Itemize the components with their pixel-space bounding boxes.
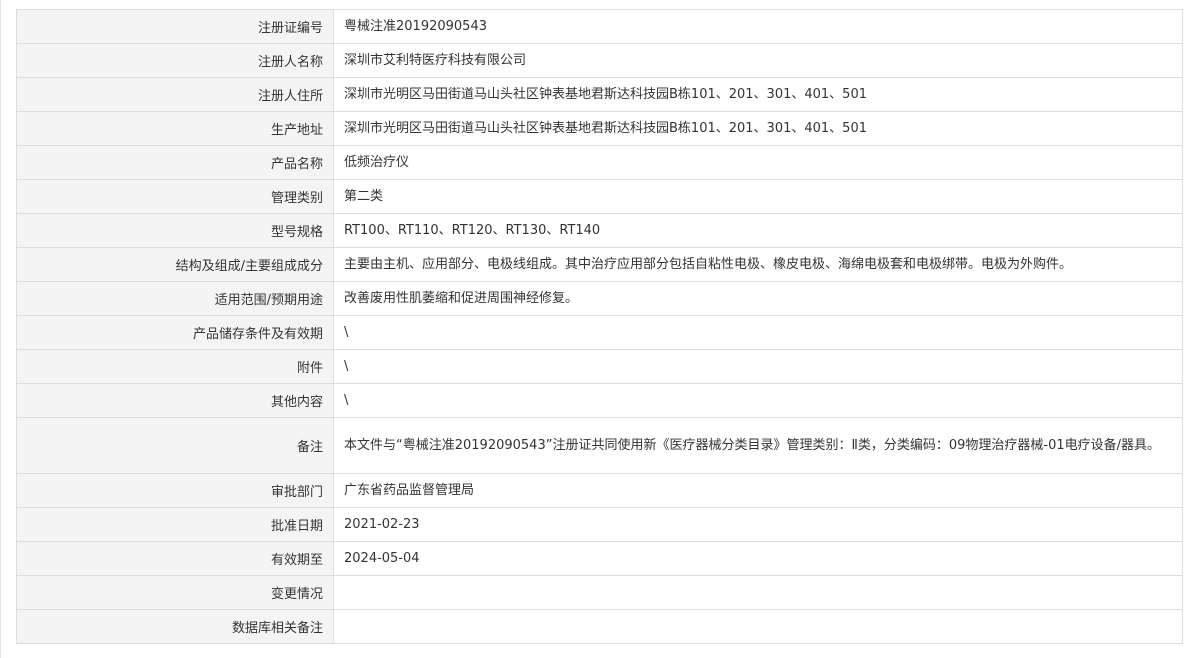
registration-detail-table: 注册证编号 粤械注准20192090543 注册人名称 深圳市艾利特医疗科技有限…	[16, 9, 1183, 644]
field-label: 变更情况	[16, 575, 334, 610]
field-label: 备注	[16, 417, 334, 474]
field-value: 第二类	[333, 179, 1183, 214]
field-label: 生产地址	[16, 111, 334, 146]
table-row: 其他内容 \	[16, 383, 1183, 418]
field-value: \	[333, 383, 1183, 418]
table-row: 注册证编号 粤械注准20192090543	[16, 9, 1183, 44]
field-label: 数据库相关备注	[16, 609, 334, 644]
table-row: 审批部门 广东省药品监督管理局	[16, 473, 1183, 508]
field-label: 产品名称	[16, 145, 334, 180]
field-label: 批准日期	[16, 507, 334, 542]
table-row: 生产地址 深圳市光明区马田街道马山头社区钟表基地君斯达科技园B栋101、201、…	[16, 111, 1183, 146]
field-label: 审批部门	[16, 473, 334, 508]
field-value: 改善废用性肌萎缩和促进周围神经修复。	[333, 281, 1183, 316]
field-value: 粤械注准20192090543	[333, 9, 1183, 44]
field-value: 广东省药品监督管理局	[333, 473, 1183, 508]
table-row: 型号规格 RT100、RT110、RT120、RT130、RT140	[16, 213, 1183, 248]
field-value	[333, 609, 1183, 644]
table-row: 批准日期 2021-02-23	[16, 507, 1183, 542]
field-value: 深圳市光明区马田街道马山头社区钟表基地君斯达科技园B栋101、201、301、4…	[333, 111, 1183, 146]
table-row: 适用范围/预期用途 改善废用性肌萎缩和促进周围神经修复。	[16, 281, 1183, 316]
field-value: RT100、RT110、RT120、RT130、RT140	[333, 213, 1183, 248]
field-value: 低频治疗仪	[333, 145, 1183, 180]
page-left-border	[0, 0, 1, 658]
field-value: 主要由主机、应用部分、电极线组成。其中治疗应用部分包括自粘性电极、橡皮电极、海绵…	[333, 247, 1183, 282]
field-value: \	[333, 349, 1183, 384]
table-row: 备注 本文件与“粤械注准20192090543”注册证共同使用新《医疗器械分类目…	[16, 417, 1183, 474]
table-row: 附件 \	[16, 349, 1183, 384]
table-row: 产品储存条件及有效期 \	[16, 315, 1183, 350]
field-label: 产品储存条件及有效期	[16, 315, 334, 350]
field-value	[333, 575, 1183, 610]
field-value: 本文件与“粤械注准20192090543”注册证共同使用新《医疗器械分类目录》管…	[333, 417, 1183, 474]
table-row: 注册人名称 深圳市艾利特医疗科技有限公司	[16, 43, 1183, 78]
table-row: 数据库相关备注	[16, 609, 1183, 644]
table-row: 有效期至 2024-05-04	[16, 541, 1183, 576]
table-row: 管理类别 第二类	[16, 179, 1183, 214]
field-value: 深圳市光明区马田街道马山头社区钟表基地君斯达科技园B栋101、201、301、4…	[333, 77, 1183, 112]
field-value: 2021-02-23	[333, 507, 1183, 542]
field-label: 适用范围/预期用途	[16, 281, 334, 316]
field-label: 附件	[16, 349, 334, 384]
field-value: \	[333, 315, 1183, 350]
field-label: 结构及组成/主要组成成分	[16, 247, 334, 282]
field-label: 其他内容	[16, 383, 334, 418]
field-label: 型号规格	[16, 213, 334, 248]
field-value: 2024-05-04	[333, 541, 1183, 576]
table-row: 注册人住所 深圳市光明区马田街道马山头社区钟表基地君斯达科技园B栋101、201…	[16, 77, 1183, 112]
field-label: 注册人名称	[16, 43, 334, 78]
field-label: 注册证编号	[16, 9, 334, 44]
field-label: 注册人住所	[16, 77, 334, 112]
field-label: 管理类别	[16, 179, 334, 214]
field-label: 有效期至	[16, 541, 334, 576]
table-row: 产品名称 低频治疗仪	[16, 145, 1183, 180]
table-row: 结构及组成/主要组成成分 主要由主机、应用部分、电极线组成。其中治疗应用部分包括…	[16, 247, 1183, 282]
table-row: 变更情况	[16, 575, 1183, 610]
field-value: 深圳市艾利特医疗科技有限公司	[333, 43, 1183, 78]
